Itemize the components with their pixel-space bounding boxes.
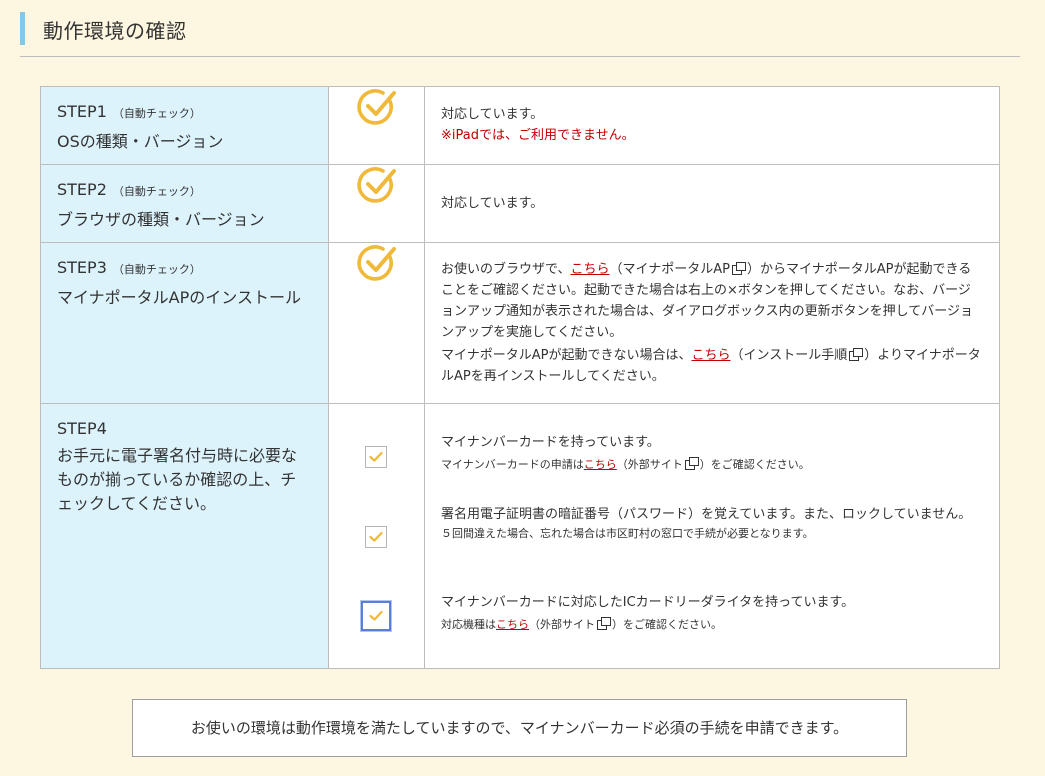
- step3-label: マイナポータルAPのインストール: [57, 288, 301, 307]
- checkbox-knows-pin[interactable]: [365, 526, 387, 548]
- step4-item-2-main: 署名用電子証明書の暗証番号（パスワード）を覚えています。また、ロックしていません…: [441, 507, 972, 522]
- step4-row: STEP4 お手元に電子署名付与時に必要なものが揃っているか確認の上、チェックし…: [40, 403, 1000, 669]
- step4-item-1-sub-a: マイナンバーカードの申請は: [441, 458, 584, 471]
- section-header: 動作環境の確認: [20, 10, 1020, 57]
- step4-item-3-sub-b: （外部サイト: [529, 618, 595, 631]
- step3-paragraph-2: マイナポータルAPが起動できない場合は、こちら（インストール手順 ）よりマイナポー…: [441, 345, 983, 387]
- step4-item-1-sub-c: ）をご確認ください。: [699, 458, 810, 471]
- step1-auto-note: （自動チェック）: [112, 107, 201, 120]
- card-apply-link[interactable]: こちら: [584, 458, 617, 471]
- step4-label-cell: STEP4 お手元に電子署名付与時に必要なものが揃っているか確認の上、チェックし…: [40, 403, 329, 669]
- external-link-icon: [684, 457, 699, 470]
- step3-p1-text-a: お使いのブラウザで、: [441, 262, 571, 277]
- step1-status: 対応しています。: [441, 107, 544, 122]
- reader-models-link[interactable]: こちら: [496, 618, 529, 631]
- checkbox-checked-icon: [369, 610, 383, 621]
- checkbox-has-mynumber-card[interactable]: [365, 446, 387, 468]
- step1-desc-cell: 対応しています。 ※iPadでは、ご利用できません。: [424, 86, 1000, 165]
- step2-status: 対応しています。: [441, 196, 544, 211]
- result-notice: お使いの環境は動作環境を満たしていますので、マイナンバーカード必須の手続を申請で…: [132, 699, 907, 757]
- step4-item-3-sub-c: ）をご確認ください。: [612, 618, 722, 631]
- checkbox-has-card-reader[interactable]: [361, 601, 391, 631]
- checkbox-checked-icon: [369, 451, 383, 462]
- step2-title-text: STEP2: [57, 180, 107, 199]
- circle-check-icon: [356, 245, 397, 287]
- step4-item-1-sub-b: （外部サイト: [616, 458, 683, 471]
- step3-paragraph-1: お使いのブラウザで、こちら（マイナポータルAP ）からマイナポータルAPが起動でき…: [441, 259, 983, 343]
- step1-row: STEP1 （自動チェック） OSの種類・バージョン 対応しています。 ※iPad…: [40, 86, 1000, 165]
- step1-label-cell: STEP1 （自動チェック） OSの種類・バージョン: [40, 86, 329, 165]
- step4-item-3: マイナンバーカードに対応したICカードリーダライタを持っています。 対応機種はこ…: [425, 592, 999, 634]
- step4-item-1-main: マイナンバーカードを持っています。: [441, 435, 660, 450]
- step2-row: STEP2 （自動チェック） ブラウザの種類・バージョン 対応しています。: [40, 164, 1000, 243]
- step3-row: STEP3 （自動チェック） マイナポータルAPのインストール お使いのブラウザで…: [40, 242, 1000, 404]
- step3-label-cell: STEP3 （自動チェック） マイナポータルAPのインストール: [40, 242, 329, 404]
- step4-item-3-main: マイナンバーカードに対応したICカードリーダライタを持っています。: [441, 595, 855, 610]
- step4-item-1: マイナンバーカードを持っています。 マイナンバーカードの申請はこちら（外部サイト…: [425, 432, 999, 474]
- external-link-icon: [849, 348, 864, 361]
- step2-title: STEP2 （自動チェック）: [57, 180, 328, 199]
- step2-label-cell: STEP2 （自動チェック） ブラウザの種類・バージョン: [40, 164, 329, 243]
- page-title: 動作環境の確認: [43, 19, 187, 43]
- step4-title: STEP4: [57, 419, 107, 438]
- external-link-icon: [597, 617, 611, 630]
- circle-check-icon: [356, 167, 397, 209]
- step4-item-3-sub-a: 対応機種は: [441, 618, 496, 631]
- step1-label: OSの種類・バージョン: [57, 132, 224, 151]
- step3-mark-cell: [328, 242, 425, 404]
- step2-label: ブラウザの種類・バージョン: [57, 210, 265, 229]
- step4-item-3-sub: 対応機種はこちら（外部サイト ）をご確認ください。: [441, 616, 983, 634]
- step4-desc-cell: マイナンバーカードを持っています。 マイナンバーカードの申請はこちら（外部サイト…: [424, 403, 1000, 669]
- environment-check-table: STEP1 （自動チェック） OSの種類・バージョン 対応しています。 ※iPad…: [40, 86, 1000, 669]
- step3-desc-cell: お使いのブラウザで、こちら（マイナポータルAP ）からマイナポータルAPが起動でき…: [424, 242, 1000, 404]
- step4-item-2-sub: ５回間違えた場合、忘れた場合は市区町村の窓口で手続が必要となります。: [441, 527, 814, 540]
- step2-auto-note: （自動チェック）: [112, 185, 201, 198]
- step4-checkbox-cell: [328, 403, 425, 669]
- step1-mark-cell: [328, 86, 425, 165]
- checkbox-checked-icon: [369, 531, 383, 542]
- step1-ipad-note: ※iPadでは、ご利用できません。: [441, 128, 635, 143]
- external-link-icon: [731, 262, 746, 275]
- step1-title: STEP1 （自動チェック）: [57, 102, 328, 121]
- step3-p2-text-b: （インストール手順: [730, 348, 848, 363]
- step4-item-2: 署名用電子証明書の暗証番号（パスワード）を覚えています。また、ロックしていません…: [425, 504, 999, 543]
- step3-p2-text-a: マイナポータルAPが起動できない場合は、: [441, 348, 692, 363]
- step3-title: STEP3 （自動チェック）: [57, 258, 328, 277]
- step4-item-1-sub: マイナンバーカードの申請はこちら（外部サイト ）をご確認ください。: [441, 456, 983, 474]
- circle-check-icon: [356, 89, 397, 131]
- step4-label: お手元に電子署名付与時に必要なものが揃っているか確認の上、チェックしてください。: [57, 446, 298, 513]
- step3-p1-text-b: （マイナポータルAP: [609, 262, 730, 277]
- install-guide-link[interactable]: こちら: [691, 348, 730, 363]
- step3-title-text: STEP3: [57, 258, 107, 277]
- step2-desc-cell: 対応しています。: [424, 164, 1000, 243]
- header-accent-bar: [20, 12, 25, 45]
- ap-launch-link[interactable]: こちら: [570, 262, 609, 277]
- step2-mark-cell: [328, 164, 425, 243]
- step3-auto-note: （自動チェック）: [112, 263, 201, 276]
- step1-title-text: STEP1: [57, 102, 107, 121]
